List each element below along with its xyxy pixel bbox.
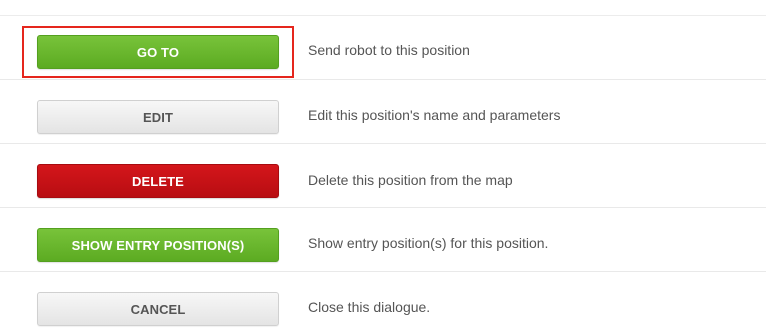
- cancel-description: Close this dialogue.: [308, 299, 431, 315]
- edit-description: Edit this position's name and parameters: [308, 107, 561, 123]
- action-row-delete: DELETE Delete this position from the map: [0, 144, 766, 208]
- delete-button[interactable]: DELETE: [37, 164, 279, 198]
- goto-description: Send robot to this position: [308, 42, 470, 58]
- action-row-cancel: CANCEL Close this dialogue.: [0, 272, 766, 336]
- cancel-button[interactable]: CANCEL: [37, 292, 279, 326]
- show-entry-description: Show entry position(s) for this position…: [308, 235, 549, 251]
- action-row-edit: EDIT Edit this position's name and param…: [0, 80, 766, 144]
- delete-description: Delete this position from the map: [308, 172, 513, 188]
- edit-button[interactable]: EDIT: [37, 100, 279, 134]
- action-row-show-entry: SHOW ENTRY POSITION(S) Show entry positi…: [0, 208, 766, 272]
- goto-button[interactable]: GO TO: [37, 35, 279, 69]
- show-entry-positions-button[interactable]: SHOW ENTRY POSITION(S): [37, 228, 279, 262]
- action-row-goto: GO TO Send robot to this position: [0, 16, 766, 80]
